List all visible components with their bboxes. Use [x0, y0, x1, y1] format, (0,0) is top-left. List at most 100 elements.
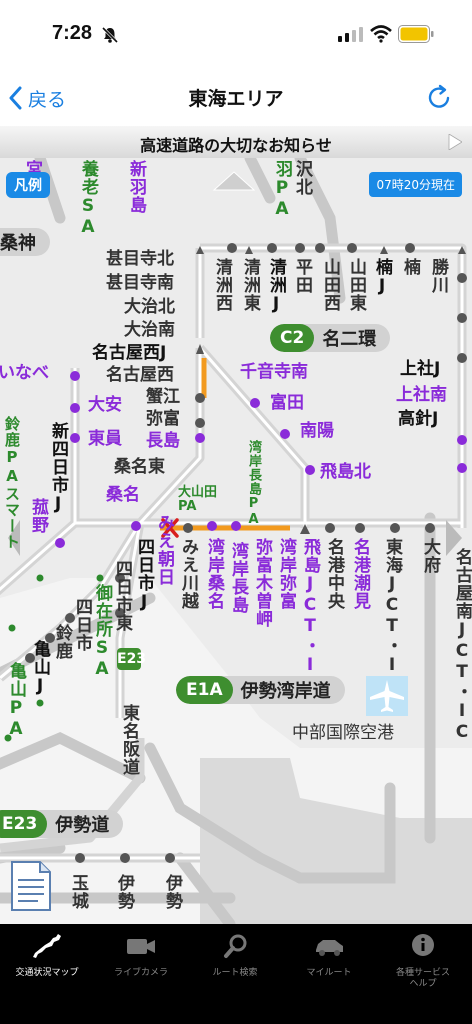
map-label: 湾岸長島: [228, 542, 248, 614]
map-label: 中部国際空港: [292, 723, 394, 743]
map-label: 弥富: [146, 409, 180, 429]
map-label: 東員: [88, 429, 122, 449]
map-label: 名古屋西J: [92, 343, 167, 363]
map-label: 新四日市J: [48, 422, 68, 515]
route-badge-e1a: E1A 伊勢湾岸道: [176, 676, 345, 704]
map-label: 伊勢: [162, 874, 182, 910]
map-label: 楠: [400, 258, 420, 276]
map-label: 鈴鹿PAスマート: [3, 416, 21, 550]
map-label: 富田: [270, 393, 304, 413]
map-label: 山田東: [346, 258, 366, 312]
navigation-bar: 戻る 東海エリア: [0, 70, 472, 126]
reload-icon[interactable]: [424, 82, 454, 112]
map-label: 名古屋南JCT・IC: [452, 548, 472, 743]
map-label: 亀山PA: [6, 662, 26, 740]
map-label: 名港中央: [324, 538, 344, 610]
cellular-signal-icon: [338, 27, 363, 42]
map-label: 清洲西: [212, 258, 232, 312]
map-label: 南陽: [300, 421, 334, 441]
map-label: 沢北: [292, 160, 312, 196]
map-label: 新羽島: [126, 160, 146, 214]
map-label: 菰野: [28, 498, 48, 534]
japan-map-icon: [33, 934, 61, 958]
map-label: 大治南: [124, 320, 175, 340]
map-label: 四日市J: [134, 538, 154, 613]
map-label: 飛島北: [320, 462, 371, 482]
tab-live-camera[interactable]: ライブカメラ: [94, 932, 188, 979]
map-label: 蟹江: [146, 387, 180, 407]
tab-label: ライブカメラ: [113, 968, 168, 978]
battery-icon: [398, 25, 434, 43]
map-label: 名港潮見: [350, 538, 370, 610]
tab-services-help[interactable]: 各種サービスヘルプ: [376, 932, 470, 990]
map-label: 東海JCT・IC: [382, 538, 402, 697]
map-label: 勝川: [428, 258, 448, 294]
map-label: 甚目寺北: [106, 249, 174, 269]
map-label: 桑名: [106, 485, 140, 505]
map-label: 大安: [88, 395, 122, 415]
map-label: 長島: [146, 431, 180, 451]
play-arrow-icon: [448, 134, 462, 150]
map-label: 四日市東: [112, 560, 132, 632]
map-label: 玉城: [68, 874, 88, 910]
notice-banner[interactable]: 高速道路の大切なお知らせ: [0, 126, 472, 159]
map-label: 上社J: [400, 359, 441, 379]
map-label: 弥富木曽岬: [252, 538, 272, 628]
map-label: 名古屋西: [106, 365, 174, 385]
legend-button[interactable]: 凡例: [6, 172, 50, 198]
map-label: いなべ: [0, 363, 49, 383]
tab-label: ルート検索: [212, 968, 258, 978]
info-icon: [412, 934, 434, 956]
map-label: 上社南: [396, 385, 447, 405]
map-label: 大治北: [124, 297, 175, 317]
map-label: 桑名東: [114, 457, 165, 477]
map-label: 大山田PA: [178, 485, 218, 514]
magnifier-icon: [224, 934, 247, 958]
map-label: 湾岸弥富: [276, 538, 296, 610]
car-icon: [316, 940, 343, 956]
tab-label: マイルート: [306, 968, 352, 978]
map-label: 養老SA: [78, 160, 98, 238]
route-badge-e23: E23 伊勢道: [0, 810, 124, 838]
bell-muted-icon: [101, 26, 119, 44]
map-label: 清洲J: [266, 258, 286, 315]
tab-my-route[interactable]: マイルート: [282, 932, 376, 979]
video-camera-icon: [127, 939, 155, 954]
route-badge-left: 桑神: [0, 228, 50, 256]
wifi-icon: [370, 25, 392, 43]
map-label: 四日市: [72, 598, 92, 652]
tab-label: 各種サービスヘルプ: [395, 968, 450, 989]
airplane-icon: [366, 676, 408, 716]
map-label: 大府: [420, 538, 440, 574]
e23-route-shield: E23: [117, 648, 146, 670]
map-label: 鈴鹿: [52, 624, 72, 660]
map-label: 千音寺南: [240, 362, 308, 382]
map-label: 山田西: [320, 258, 340, 312]
tab-route-search[interactable]: ルート検索: [188, 932, 282, 979]
map-label: 湾岸長島PA: [246, 440, 261, 528]
document-icon[interactable]: [8, 858, 54, 914]
status-bar: 7:28: [0, 0, 472, 70]
traffic-map[interactable]: 宮津 養老SA 新羽島 羽PA 沢北 凡例 07時20分現在 桑神 甚目寺北 甚…: [0, 158, 472, 924]
route-badge-c2: C2 名二環: [270, 324, 391, 352]
page-title: 東海エリア: [188, 88, 284, 110]
timestamp-badge: 07時20分現在: [369, 172, 462, 197]
map-label: みえ川越: [178, 538, 198, 610]
map-label: 湾岸桑名: [204, 538, 224, 610]
notice-text: 高速道路の大切なお知らせ: [140, 136, 332, 155]
map-label: みえ朝日: [154, 514, 174, 586]
map-label: 飛島JCT・IC: [300, 538, 320, 697]
tab-bar: 交通状況マップ ライブカメラ ルート検索 マイルート 各種サービスヘルプ: [0, 924, 472, 1024]
map-label: 高針J: [398, 409, 439, 429]
map-label: 平田: [292, 258, 312, 294]
tab-traffic-map[interactable]: 交通状況マップ: [0, 932, 94, 979]
tab-label: 交通状況マップ: [15, 968, 79, 978]
status-time: 7:28: [52, 22, 93, 44]
map-label: 羽PA: [272, 160, 292, 220]
map-label: 御在所SA: [92, 584, 112, 680]
map-label: 伊勢: [114, 874, 134, 910]
map-label: 清洲東: [240, 258, 260, 312]
map-label: 亀山J: [30, 640, 50, 697]
map-label: 甚目寺南: [106, 273, 174, 293]
map-label: 楠J: [372, 258, 392, 297]
